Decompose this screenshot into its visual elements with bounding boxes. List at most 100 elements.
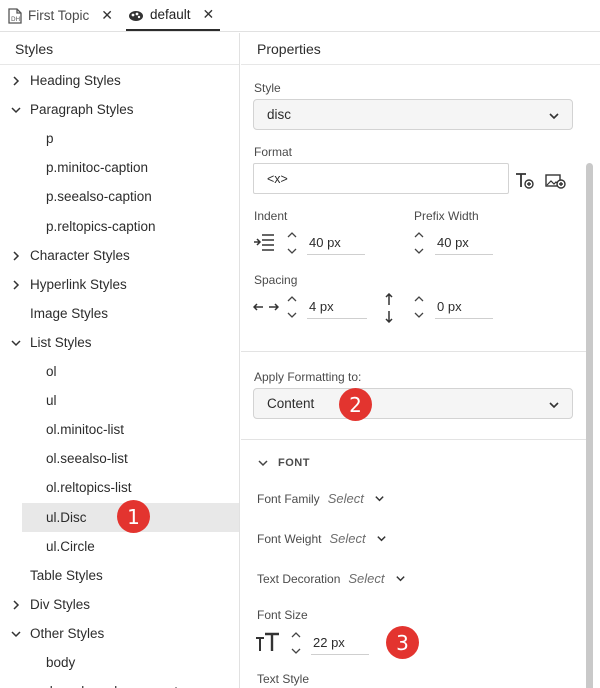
- chevron-down-icon: [395, 576, 405, 582]
- vertical-spacing-input[interactable]: 0 px: [435, 295, 493, 319]
- text-decoration-value: Select: [348, 571, 385, 586]
- tab-label: First Topic: [28, 8, 90, 23]
- tree-item[interactable]: ol: [0, 357, 239, 386]
- tree-group[interactable]: Other Styles: [0, 619, 239, 648]
- tree-item-label: Div Styles: [30, 596, 91, 612]
- tab-first-topic[interactable]: DH First Topic ✕: [8, 0, 113, 31]
- text-decoration-select[interactable]: Select: [348, 571, 405, 586]
- tree-item-label: ul.Circle: [46, 538, 95, 554]
- tree-group[interactable]: Hyperlink Styles: [0, 270, 239, 299]
- tree-item-label: ul.Disc: [46, 509, 87, 525]
- format-value: <x>: [267, 171, 288, 186]
- insert-image-icon[interactable]: [545, 170, 567, 192]
- tree-item[interactable]: p: [0, 124, 239, 153]
- tree-item-label: Table Styles: [30, 567, 103, 583]
- divider: [241, 351, 586, 352]
- indent-input[interactable]: 40 px: [307, 231, 365, 255]
- tree-item-label: .breadcrumbs-separator: [46, 684, 190, 688]
- apply-formatting-dropdown[interactable]: Content: [253, 388, 573, 419]
- font-family-row: Font Family Select: [257, 491, 385, 506]
- font-weight-row: Font Weight Select: [257, 531, 387, 546]
- tree-item-label: body: [46, 655, 76, 670]
- spacing-label: Spacing: [254, 273, 298, 287]
- properties-scrollbar[interactable]: [586, 163, 593, 688]
- tree-item-label: Character Styles: [30, 247, 130, 263]
- tree-item-label: Other Styles: [30, 625, 105, 641]
- apply-formatting-label: Apply Formatting to:: [254, 370, 362, 384]
- tree-item[interactable]: ul.Circle: [0, 532, 239, 561]
- tree-item-label: ol.minitoc-list: [46, 422, 125, 438]
- tree-item-label: p.seealso-caption: [46, 189, 152, 205]
- tree-group[interactable]: Div Styles: [0, 590, 239, 619]
- tree-item-label: ol: [46, 364, 57, 379]
- apply-formatting-value: Content: [267, 396, 315, 411]
- tree-item[interactable]: p.seealso-caption: [0, 182, 239, 211]
- font-family-value: Select: [327, 491, 364, 506]
- font-size-stepper[interactable]: [289, 628, 303, 658]
- callout-badge-3: 3: [386, 626, 419, 659]
- format-input[interactable]: <x>: [253, 163, 509, 194]
- tree-item[interactable]: ol.reltopics-list: [0, 473, 239, 502]
- tree-item-label: Image Styles: [30, 305, 109, 321]
- chevron-down-icon: [549, 402, 559, 409]
- tree-item[interactable]: ol.minitoc-list: [0, 415, 239, 444]
- tree-group[interactable]: Image Styles: [0, 299, 239, 328]
- chevron-right-icon[interactable]: [10, 279, 22, 291]
- close-icon[interactable]: ✕: [101, 7, 113, 24]
- close-icon[interactable]: ✕: [203, 6, 215, 23]
- tree-item-label: ol.seealso-list: [46, 451, 128, 467]
- chevron-down-icon: [375, 496, 384, 502]
- horizontal-spacing-input[interactable]: 4 px: [307, 295, 367, 319]
- prefix-width-stepper[interactable]: [412, 228, 426, 258]
- tree-item[interactable]: ul: [0, 386, 239, 415]
- svg-text:DH: DH: [11, 16, 20, 23]
- tree-item-label: p: [46, 131, 54, 147]
- font-size-label: Font Size: [257, 608, 308, 622]
- indent-icon: [253, 231, 275, 253]
- properties-panel-title: Properties: [241, 33, 600, 65]
- font-family-label: Font Family: [257, 491, 320, 506]
- tree-item-label: Hyperlink Styles: [30, 276, 127, 292]
- vertical-spacing-icon: [382, 293, 396, 323]
- style-value: disc: [267, 107, 292, 122]
- tree-item[interactable]: body: [0, 648, 239, 677]
- topic-file-icon: DH: [8, 7, 22, 24]
- styles-panel: Styles Heading Styles Paragraph Styles p p.…: [0, 33, 240, 688]
- tree-item[interactable]: ol.seealso-list: [0, 444, 239, 473]
- prefix-width-label: Prefix Width: [414, 209, 479, 223]
- indent-stepper[interactable]: [285, 228, 299, 258]
- tree-group[interactable]: List Styles: [0, 328, 239, 357]
- stylesheet-icon: [128, 8, 144, 22]
- prefix-width-input[interactable]: 40 px: [435, 231, 493, 255]
- font-weight-select[interactable]: Select: [329, 531, 386, 546]
- chevron-down-icon[interactable]: [10, 337, 22, 349]
- tree-group[interactable]: Paragraph Styles: [0, 95, 239, 124]
- tree-item-label: Paragraph Styles: [30, 102, 134, 118]
- vertical-spacing-stepper[interactable]: [412, 292, 426, 322]
- tree-item-label: ol.reltopics-list: [46, 480, 132, 496]
- font-family-select[interactable]: Select: [328, 491, 385, 506]
- tab-default[interactable]: default ✕: [126, 0, 220, 31]
- tree-item[interactable]: p.minitoc-caption: [0, 153, 239, 182]
- tree-group[interactable]: Heading Styles: [0, 66, 239, 95]
- indent-label: Indent: [254, 209, 288, 223]
- style-dropdown[interactable]: disc: [253, 99, 573, 130]
- tree-group[interactable]: Character Styles: [0, 241, 239, 270]
- chevron-down-icon[interactable]: [10, 628, 22, 640]
- tree-item-label: Heading Styles: [30, 73, 121, 88]
- tree-item[interactable]: p.reltopics-caption: [0, 212, 239, 241]
- chevron-right-icon[interactable]: [10, 75, 22, 87]
- tree-item-label: List Styles: [30, 334, 92, 350]
- font-size-input[interactable]: 22 px: [311, 631, 369, 655]
- format-label: Format: [254, 145, 293, 159]
- tree-item[interactable]: .breadcrumbs-separator: [0, 677, 239, 688]
- tree-group[interactable]: Table Styles: [0, 561, 239, 590]
- divider: [241, 439, 586, 440]
- horizontal-spacing-stepper[interactable]: [285, 292, 299, 322]
- font-section-header[interactable]: FONT: [257, 457, 310, 469]
- horizontal-spacing-icon: [253, 296, 279, 318]
- chevron-down-icon[interactable]: [10, 104, 22, 116]
- insert-text-icon[interactable]: [514, 170, 536, 192]
- chevron-right-icon[interactable]: [10, 599, 22, 611]
- chevron-right-icon[interactable]: [10, 250, 22, 262]
